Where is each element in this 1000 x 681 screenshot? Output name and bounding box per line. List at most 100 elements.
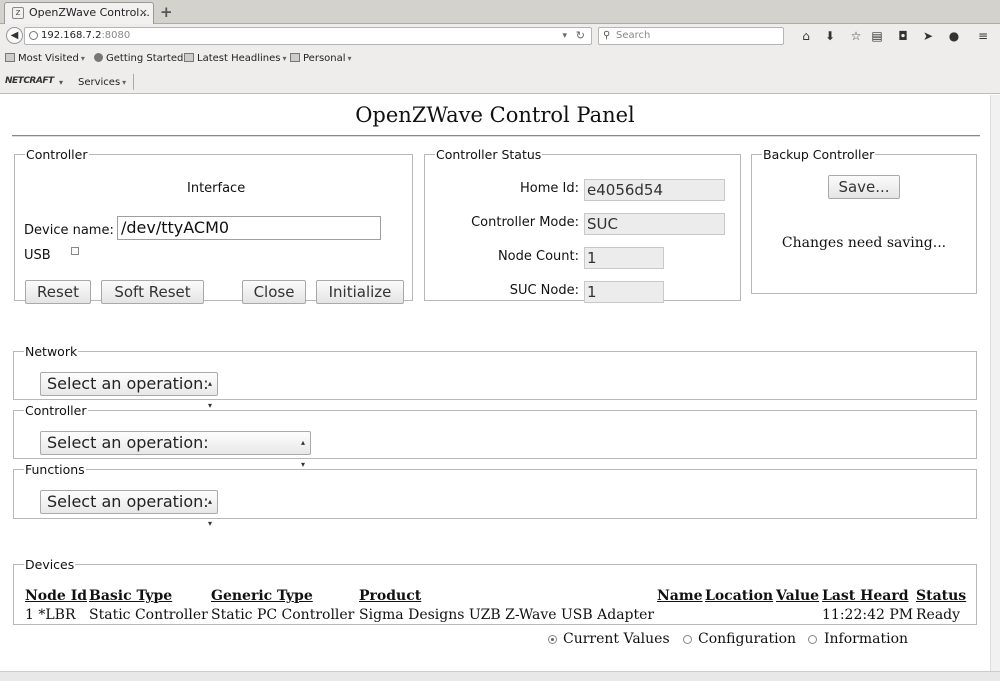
new-tab-icon[interactable]: + <box>160 3 173 21</box>
changes-status-message: Changes need saving... <box>781 235 947 251</box>
bookmark-getting-started[interactable]: Getting Started <box>94 53 183 64</box>
chevron-down-icon[interactable]: ▾ <box>59 78 63 87</box>
current-values-radio[interactable] <box>548 635 557 644</box>
usb-checkbox[interactable] <box>71 247 79 255</box>
send-icon[interactable]: ➤ <box>920 28 936 44</box>
bookmark-most-visited[interactable]: Most Visited ▾ <box>5 53 85 64</box>
controller-panel: Controller Interface Device name: /dev/t… <box>14 147 413 304</box>
cell-product: Sigma Designs UZB Z-Wave USB Adapter <box>359 607 655 623</box>
suc-node-field: 1 <box>584 281 664 303</box>
browser-tab[interactable]: z OpenZWave Control... × <box>4 2 154 24</box>
header-value[interactable]: Value <box>776 588 819 604</box>
configuration-label[interactable]: Configuration <box>698 631 796 647</box>
device-name-input[interactable]: /dev/ttyACM0 <box>117 216 381 240</box>
folder-icon <box>5 53 15 62</box>
network-legend: Network <box>25 344 78 359</box>
bookmark-latest-headlines[interactable]: Latest Headlines ▾ <box>184 53 287 64</box>
search-icon: ⚲ <box>603 30 611 41</box>
information-radio[interactable] <box>808 635 817 644</box>
bookmarks-toolbar: Most Visited ▾ Getting Started Latest Hea… <box>0 48 1000 70</box>
services-label: Services <box>78 77 121 88</box>
backup-controller-legend: Backup Controller <box>763 147 875 162</box>
bookmark-label: Latest Headlines <box>197 53 281 64</box>
addon-toolbar: NETCRAFT ▾ Services ▾ <box>0 70 1000 94</box>
chevron-down-icon: ▾ <box>122 78 127 87</box>
usb-label: USB <box>24 248 51 263</box>
chevron-down-icon: ▾ <box>80 54 85 63</box>
devices-legend: Devices <box>25 557 75 572</box>
menu-icon[interactable]: ≡ <box>975 28 991 44</box>
header-name[interactable]: Name <box>657 588 703 604</box>
horizontal-scrollbar[interactable] <box>0 671 1000 681</box>
home-id-label: Home Id: <box>520 181 579 196</box>
vertical-scrollbar[interactable] <box>990 95 1000 671</box>
current-values-label[interactable]: Current Values <box>563 631 670 647</box>
header-product[interactable]: Product <box>359 588 421 604</box>
header-node-id[interactable]: Node Id <box>25 588 87 604</box>
cell-generic-type: Static PC Controller <box>211 607 355 623</box>
network-operation-select[interactable]: Select an operation: ▴ ▾ <box>40 372 218 410</box>
title-divider <box>12 135 980 137</box>
chat-icon[interactable]: ● <box>946 28 962 44</box>
interface-label: Interface <box>187 181 246 196</box>
bookmark-label: Getting Started <box>106 53 184 64</box>
initialize-button[interactable]: Initialize <box>316 280 404 304</box>
rss-icon <box>184 53 194 62</box>
controller-operations-panel: Controller Select an operation: ▴ ▾ <box>13 403 977 469</box>
bookmark-label: Most Visited <box>18 53 79 64</box>
information-label[interactable]: Information <box>824 631 908 647</box>
chevron-down-icon: ▾ <box>282 54 287 63</box>
header-generic-type[interactable]: Generic Type <box>211 588 313 604</box>
cell-status: Ready <box>916 607 961 623</box>
pocket-icon[interactable]: ◘ <box>895 28 911 44</box>
globe-icon <box>29 31 38 40</box>
functions-panel: Functions Select an operation: ▴ ▾ <box>13 462 977 528</box>
search-placeholder: Search <box>616 30 651 41</box>
header-status[interactable]: Status <box>916 588 966 604</box>
url-bar[interactable]: 192.168.7.2:8080 ▾ ↻ <box>24 27 592 45</box>
controller-status-legend: Controller Status <box>436 147 542 162</box>
netcraft-logo[interactable]: NETCRAFT <box>5 76 54 86</box>
soft-reset-button[interactable]: Soft Reset <box>101 280 204 304</box>
node-count-label: Node Count: <box>497 249 579 264</box>
save-button[interactable]: Save... <box>828 175 900 199</box>
page-content: OpenZWave Control Panel Controller Inter… <box>0 95 990 671</box>
url-dropdown-icon[interactable]: ▾ <box>562 28 567 44</box>
url-host: 192.168.7.2 <box>41 30 102 41</box>
reload-icon[interactable]: ↻ <box>576 28 585 44</box>
chevron-down-icon: ▾ <box>347 54 352 63</box>
controller-operation-select[interactable]: Select an operation: ▴ ▾ <box>40 431 311 469</box>
tab-title: OpenZWave Control... <box>29 6 150 19</box>
configuration-radio[interactable] <box>683 635 692 644</box>
controller-operations-legend: Controller <box>25 403 87 418</box>
services-menu[interactable]: Services ▾ <box>78 77 126 88</box>
url-port: :8080 <box>101 30 131 41</box>
devices-panel: Devices Node Id Basic Type Generic Type … <box>13 557 977 625</box>
functions-operation-select[interactable]: Select an operation: ▴ ▾ <box>40 490 218 528</box>
download-icon[interactable]: ⬇ <box>822 28 838 44</box>
header-location[interactable]: Location <box>705 588 773 604</box>
home-icon[interactable]: ⌂ <box>798 28 814 44</box>
controller-status-panel: Controller Status Home Id: e4056d54 Cont… <box>424 147 741 303</box>
back-arrow-icon[interactable]: ◀ <box>6 27 23 44</box>
header-basic-type[interactable]: Basic Type <box>89 588 172 604</box>
select-value: Select an operation: <box>47 374 209 393</box>
close-tab-icon[interactable]: × <box>139 3 148 23</box>
device-name-label: Device name: <box>24 223 114 238</box>
page-favicon-icon: z <box>12 7 24 19</box>
bookmark-personal[interactable]: Personal ▾ <box>290 53 352 64</box>
network-panel: Network Select an operation: ▴ ▾ <box>13 344 977 410</box>
bookmarks-menu-icon[interactable]: ▤ <box>869 28 885 44</box>
bookmark-label: Personal <box>303 53 346 64</box>
close-button[interactable]: Close <box>242 280 306 304</box>
header-last-heard[interactable]: Last Heard <box>822 588 909 604</box>
browser-tab-bar: z OpenZWave Control... × + <box>0 0 1000 24</box>
chevron-up-down-icon: ▴ ▾ <box>207 497 212 528</box>
toolbar-divider <box>133 74 134 90</box>
search-input[interactable]: ⚲ Search <box>598 27 784 45</box>
suc-node-label: SUC Node: <box>509 283 579 298</box>
cell-last-heard: 11:22:42 PM <box>822 607 914 623</box>
reset-button[interactable]: Reset <box>25 280 91 304</box>
functions-legend: Functions <box>25 462 85 477</box>
bookmark-star-icon[interactable]: ☆ <box>848 28 864 44</box>
